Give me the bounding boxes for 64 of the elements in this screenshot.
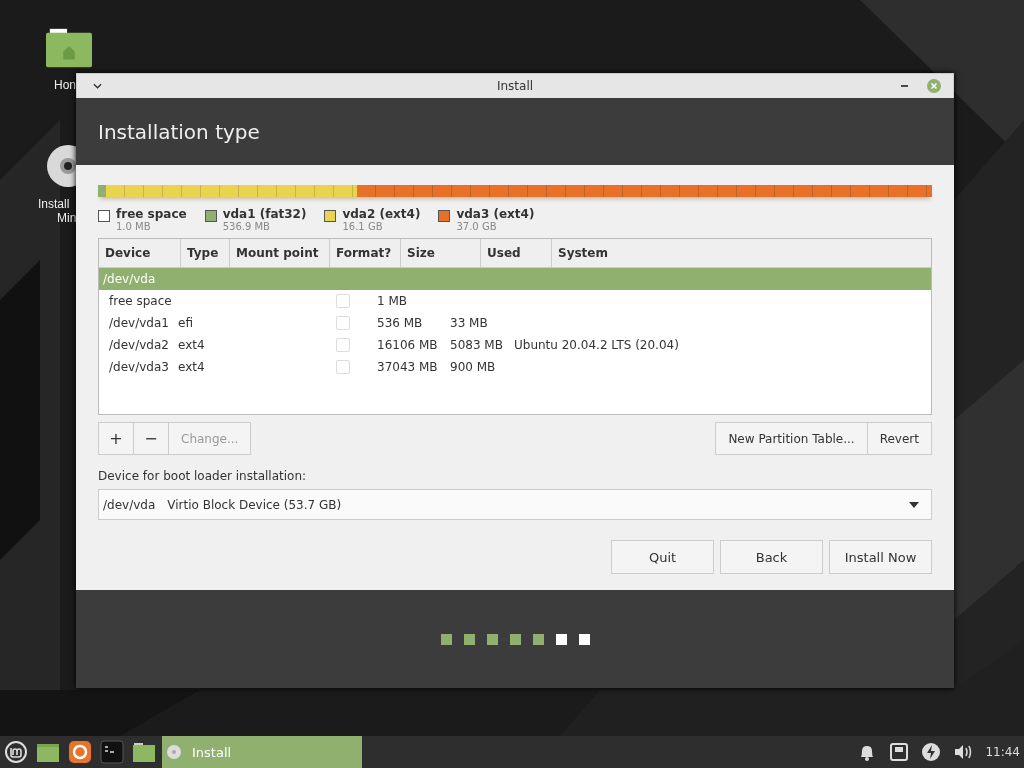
network-icon[interactable] bbox=[889, 742, 910, 762]
legend-size: 1.0 MB bbox=[116, 221, 152, 232]
caret-icon bbox=[909, 501, 919, 508]
column-header[interactable]: Mount point bbox=[230, 239, 330, 267]
legend-label: vda3 (ext4) bbox=[456, 207, 535, 221]
legend-label: vda1 (fat32) bbox=[222, 207, 307, 221]
table-cell: /dev/vda3 bbox=[109, 360, 169, 374]
legend-size: 536.9 MB bbox=[222, 221, 271, 232]
format-checkbox[interactable] bbox=[336, 294, 350, 308]
desktop-icon-label: Hon bbox=[54, 78, 76, 92]
table-cell-text: /dev/vda bbox=[102, 272, 156, 286]
column-header[interactable]: Format? bbox=[330, 239, 401, 267]
column-header[interactable]: Type bbox=[181, 239, 230, 267]
table-row[interactable]: free space 1 MB bbox=[99, 290, 931, 312]
boot-loader-label: Device for boot loader installation: bbox=[98, 469, 308, 483]
column-header[interactable]: Device bbox=[99, 239, 181, 267]
add-partition-button[interactable]: + bbox=[98, 422, 134, 455]
desktop-icon-label: Install bbox=[38, 197, 70, 211]
table-cell: Ubuntu 20.04.2 LTS (20.04) bbox=[514, 338, 679, 352]
table-cell: 37043 MB bbox=[377, 360, 438, 374]
browser-icon[interactable] bbox=[68, 740, 92, 764]
table-cell: free space bbox=[109, 294, 172, 308]
desktop-icon-label: Min bbox=[57, 211, 77, 225]
column-header[interactable]: Used bbox=[481, 239, 552, 267]
table-cell: 536 MB bbox=[377, 316, 423, 330]
table-cell: 33 MB bbox=[450, 316, 488, 330]
revert-button[interactable]: Revert bbox=[866, 422, 932, 455]
table-cell: ext4 bbox=[178, 360, 205, 374]
legend-size: 37.0 GB bbox=[456, 221, 498, 232]
legend-label: free space bbox=[116, 207, 187, 221]
table-cell: 1 MB bbox=[377, 294, 408, 308]
terminal-icon[interactable] bbox=[100, 740, 124, 764]
table-row[interactable]: /dev/vda1 efi 536 MB 33 MB bbox=[99, 312, 931, 334]
remove-partition-button[interactable]: − bbox=[133, 422, 169, 455]
table-cell: 16106 MB bbox=[377, 338, 438, 352]
table-cell: 900 MB bbox=[450, 360, 496, 374]
table-row[interactable]: /dev/vda3 ext4 37043 MB 900 MB bbox=[99, 356, 931, 378]
table-cell: /dev/vda1 bbox=[109, 316, 169, 330]
clock[interactable]: 11:44 bbox=[985, 745, 1020, 759]
page-heading: Installation type bbox=[98, 119, 260, 144]
folder-icon[interactable] bbox=[46, 28, 92, 68]
dialog-button[interactable]: Back bbox=[720, 540, 823, 574]
column-header[interactable]: Size bbox=[401, 239, 481, 267]
menu-logo-icon[interactable] bbox=[4, 740, 28, 764]
table-row[interactable]: /dev/vda2 ext4 16106 MB 5083 MB Ubuntu 20.04.2 LTS (20.04) bbox=[99, 334, 931, 356]
table-cell: /dev/vda2 bbox=[109, 338, 169, 352]
chevron-down-icon[interactable] bbox=[93, 83, 102, 89]
column-header[interactable]: System bbox=[552, 239, 931, 267]
boot-loader-dropdown[interactable]: /dev/vda Virtio Block Device (53.7 GB) bbox=[98, 489, 932, 520]
dialog-button[interactable]: Install Now bbox=[829, 540, 932, 574]
table-cell: 5083 MB bbox=[450, 338, 503, 352]
format-checkbox[interactable] bbox=[336, 360, 350, 374]
folder-icon[interactable] bbox=[132, 740, 156, 764]
power-icon[interactable] bbox=[921, 742, 942, 762]
legend-label: vda2 (ext4) bbox=[342, 207, 421, 221]
legend-size: 16.1 GB bbox=[342, 221, 384, 232]
table-cell: ext4 bbox=[178, 338, 205, 352]
format-checkbox[interactable] bbox=[336, 338, 350, 352]
window-title: Install bbox=[496, 79, 534, 93]
format-checkbox[interactable] bbox=[336, 316, 350, 330]
new-partition-table-button[interactable]: New Partition Table... bbox=[715, 422, 868, 455]
disc-icon bbox=[166, 744, 182, 760]
dialog-button[interactable]: Quit bbox=[611, 540, 714, 574]
table-cell: efi bbox=[178, 316, 193, 330]
